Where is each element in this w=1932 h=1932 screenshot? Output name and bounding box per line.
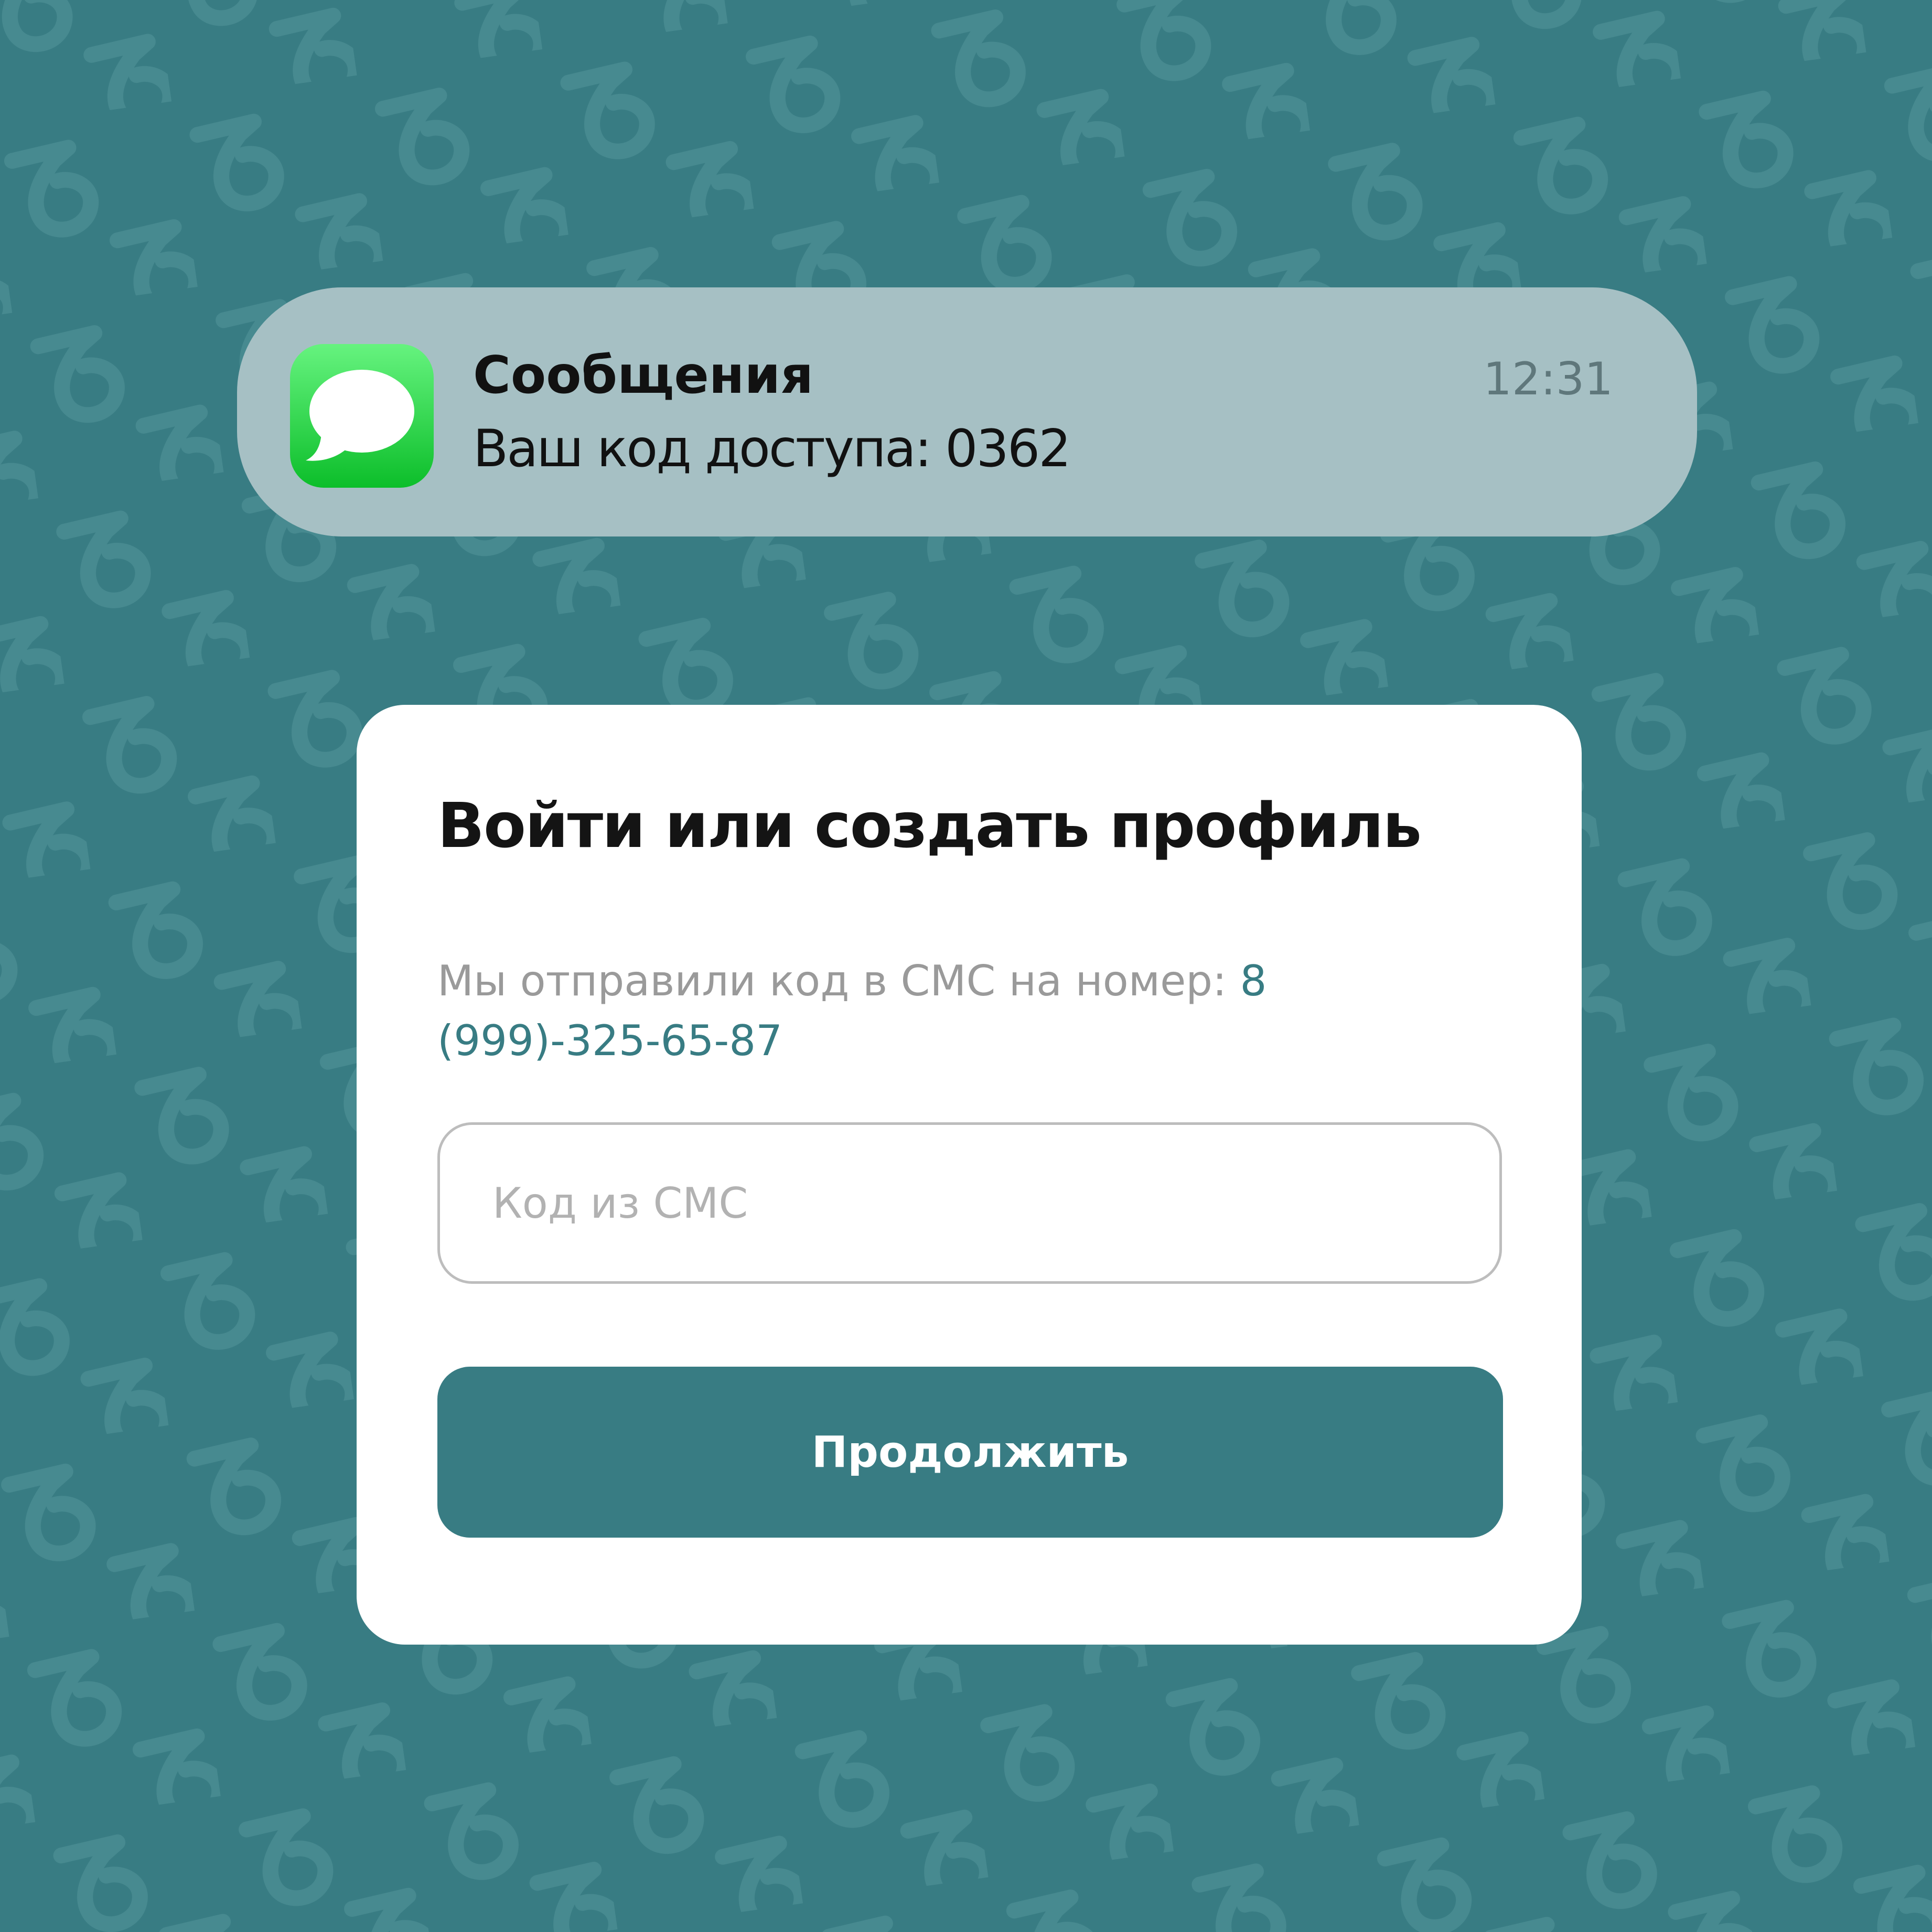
sms-sent-text: Мы отправили код в СМС на номер: [437, 957, 1240, 1005]
login-card: Войти или создать профиль Мы отправили к… [357, 705, 1582, 1645]
sms-sent-message: Мы отправили код в СМС на номер: 8 (999)… [437, 951, 1434, 1071]
notification-time: 12:31 [1483, 353, 1613, 405]
continue-button[interactable]: Продолжить [437, 1367, 1503, 1538]
messages-app-icon [290, 344, 434, 488]
notification-app-name: Сообщения [473, 346, 814, 405]
notification-message: Ваш код доступа: 0362 [473, 419, 1071, 479]
sms-code-input[interactable] [437, 1122, 1502, 1284]
page-title: Войти или создать профиль [437, 789, 1422, 862]
sms-notification[interactable]: Сообщения 12:31 Ваш код доступа: 0362 [237, 287, 1697, 536]
screen: Сообщения 12:31 Ваш код доступа: 0362 Во… [0, 0, 1932, 1932]
speech-bubble-icon [306, 370, 414, 461]
